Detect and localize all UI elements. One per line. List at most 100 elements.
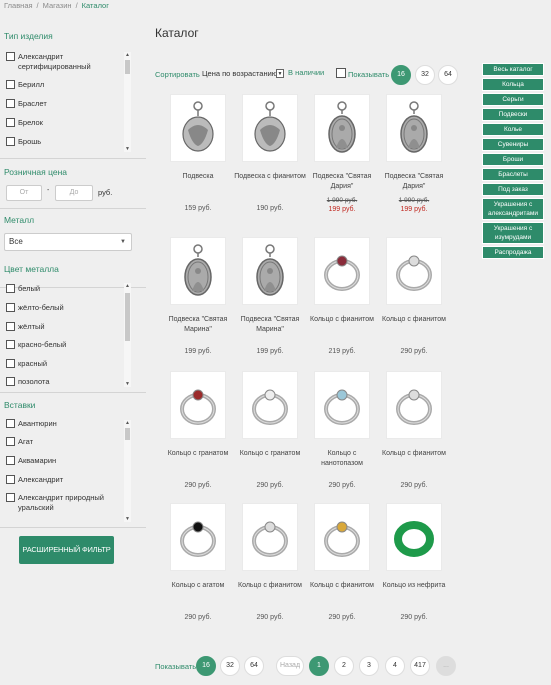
product-name[interactable]: Кольцо с фианитом: [378, 315, 450, 335]
product-card[interactable]: Кольцо с фианитом 290 руб.: [378, 237, 450, 357]
category-button[interactable]: Весь каталог: [482, 63, 544, 76]
per-page-64[interactable]: 64: [438, 65, 458, 85]
product-name[interactable]: Кольцо с нанотопазом: [306, 449, 378, 469]
checkbox[interactable]: [6, 99, 15, 108]
checkbox[interactable]: [6, 80, 15, 89]
product-card[interactable]: Кольцо с фианитом 290 руб.: [378, 371, 450, 491]
type-option[interactable]: Браслет: [6, 99, 120, 109]
breadcrumb-shop[interactable]: Магазин: [43, 1, 72, 10]
color-option[interactable]: красно-белый: [6, 340, 120, 350]
product-name[interactable]: Подвеска "Святая Марина": [162, 315, 234, 335]
product-card[interactable]: Кольцо с фианитом 290 руб.: [234, 503, 306, 623]
page-417[interactable]: 417: [410, 656, 430, 676]
checkbox[interactable]: [6, 377, 15, 386]
category-button[interactable]: Браслеты: [482, 168, 544, 181]
pendant-icon[interactable]: [242, 94, 298, 162]
product-name[interactable]: Кольцо с агатом: [162, 581, 234, 601]
pendant-icon[interactable]: [170, 94, 226, 162]
product-card[interactable]: Подвеска с фианитом 190 руб.: [234, 94, 306, 214]
product-name[interactable]: Подвеска с фианитом: [234, 172, 306, 192]
price-to-input[interactable]: До: [55, 185, 93, 201]
category-button[interactable]: Распродажа: [482, 246, 544, 259]
filter-type-scrollbar[interactable]: ▲ ▼: [124, 52, 131, 152]
next-page-button[interactable]: ...: [436, 656, 456, 676]
filter-color-scrollbar[interactable]: ▲ ▼: [124, 283, 131, 387]
product-name[interactable]: Кольцо с фианитом: [306, 315, 378, 335]
color-option[interactable]: красный: [6, 359, 120, 369]
product-card[interactable]: Кольцо с агатом 290 руб.: [162, 503, 234, 623]
product-name[interactable]: Подвеска "Святая Дария": [378, 172, 450, 192]
product-card[interactable]: Подвеска "Святая Дария" 1 990 руб. 199 руб…: [306, 94, 378, 215]
product-card[interactable]: Подвеска "Святая Марина" 199 руб.: [162, 237, 234, 357]
checkbox[interactable]: [6, 359, 15, 368]
ring-icon[interactable]: [170, 503, 226, 571]
insert-option[interactable]: Аквамарин: [6, 456, 120, 466]
product-card[interactable]: Подвеска "Святая Дария" 1 990 руб. 199 руб…: [378, 94, 450, 215]
medallion-icon[interactable]: [170, 237, 226, 305]
ring-icon[interactable]: [170, 371, 226, 439]
in-stock-filter[interactable]: В наличии: [288, 68, 324, 77]
bottom-per-page-64[interactable]: 64: [244, 656, 264, 676]
insert-option[interactable]: Авантюрин: [6, 419, 120, 429]
category-button[interactable]: Колье: [482, 123, 544, 136]
bottom-per-page-16[interactable]: 16: [196, 656, 216, 676]
category-button[interactable]: Серьги: [482, 93, 544, 106]
checkbox[interactable]: [6, 456, 15, 465]
type-option[interactable]: Александрит сертифицированный: [6, 52, 120, 72]
checkbox[interactable]: [6, 118, 15, 127]
advanced-filter-button[interactable]: РАСШИРЕННЫЙ ФИЛЬТР: [19, 536, 114, 564]
page-1[interactable]: 1: [309, 656, 329, 676]
checkbox[interactable]: [6, 137, 15, 146]
product-card[interactable]: Кольцо с гранатом 290 руб.: [162, 371, 234, 491]
product-card[interactable]: Подвеска 159 руб.: [162, 94, 234, 214]
checkbox[interactable]: [6, 437, 15, 446]
ring-icon[interactable]: [386, 503, 442, 571]
product-name[interactable]: Кольцо с фианитом: [306, 581, 378, 601]
product-name[interactable]: Подвеска "Святая Марина": [234, 315, 306, 335]
category-button[interactable]: Подвески: [482, 108, 544, 121]
insert-option[interactable]: Александрит природный уральский: [6, 493, 120, 513]
color-option[interactable]: жёлто-белый: [6, 303, 120, 313]
prev-page-button[interactable]: Назад: [276, 656, 304, 676]
color-option[interactable]: белый: [6, 284, 120, 294]
type-option[interactable]: Брелок: [6, 118, 120, 128]
category-button[interactable]: Броши: [482, 153, 544, 166]
ring-icon[interactable]: [386, 371, 442, 439]
medallion-icon[interactable]: [242, 237, 298, 305]
ring-icon[interactable]: [314, 503, 370, 571]
type-option[interactable]: Брошь: [6, 137, 120, 147]
insert-option[interactable]: Александрит: [6, 475, 120, 485]
category-button[interactable]: Украшения с александритами: [482, 198, 544, 220]
checkbox[interactable]: [6, 475, 15, 484]
product-name[interactable]: Кольцо из нефрита: [378, 581, 450, 601]
product-card[interactable]: Подвеска "Святая Марина" 199 руб.: [234, 237, 306, 357]
ring-icon[interactable]: [314, 237, 370, 305]
ring-icon[interactable]: [386, 237, 442, 305]
type-option[interactable]: Берилл: [6, 80, 120, 90]
page-3[interactable]: 3: [359, 656, 379, 676]
color-option[interactable]: жёлтый: [6, 322, 120, 332]
ring-icon[interactable]: [242, 503, 298, 571]
ring-icon[interactable]: [242, 371, 298, 439]
checkbox[interactable]: [6, 493, 15, 502]
checkbox[interactable]: [6, 284, 15, 293]
breadcrumb-home[interactable]: Главная: [4, 1, 33, 10]
page-4[interactable]: 4: [385, 656, 405, 676]
sort-select[interactable]: Цена по возрастанию ▼: [202, 68, 284, 80]
category-button[interactable]: Украшения с изумрудами: [482, 222, 544, 244]
medallion-icon[interactable]: [386, 94, 442, 162]
product-name[interactable]: Кольцо с гранатом: [162, 449, 234, 469]
bottom-per-page-32[interactable]: 32: [220, 656, 240, 676]
checkbox[interactable]: [6, 340, 15, 349]
product-name[interactable]: Подвеска "Святая Дария": [306, 172, 378, 192]
metal-select[interactable]: Все ▼: [4, 233, 132, 251]
product-card[interactable]: Кольцо с нанотопазом 290 руб.: [306, 371, 378, 491]
checkbox[interactable]: [6, 52, 15, 61]
product-card[interactable]: Кольцо с гранатом 290 руб.: [234, 371, 306, 491]
checkbox[interactable]: [6, 419, 15, 428]
product-name[interactable]: Кольцо с фианитом: [234, 581, 306, 601]
product-card[interactable]: Кольцо из нефрита 290 руб.: [378, 503, 450, 623]
medallion-icon[interactable]: [314, 94, 370, 162]
product-name[interactable]: Кольцо с гранатом: [234, 449, 306, 469]
per-page-32[interactable]: 32: [415, 65, 435, 85]
